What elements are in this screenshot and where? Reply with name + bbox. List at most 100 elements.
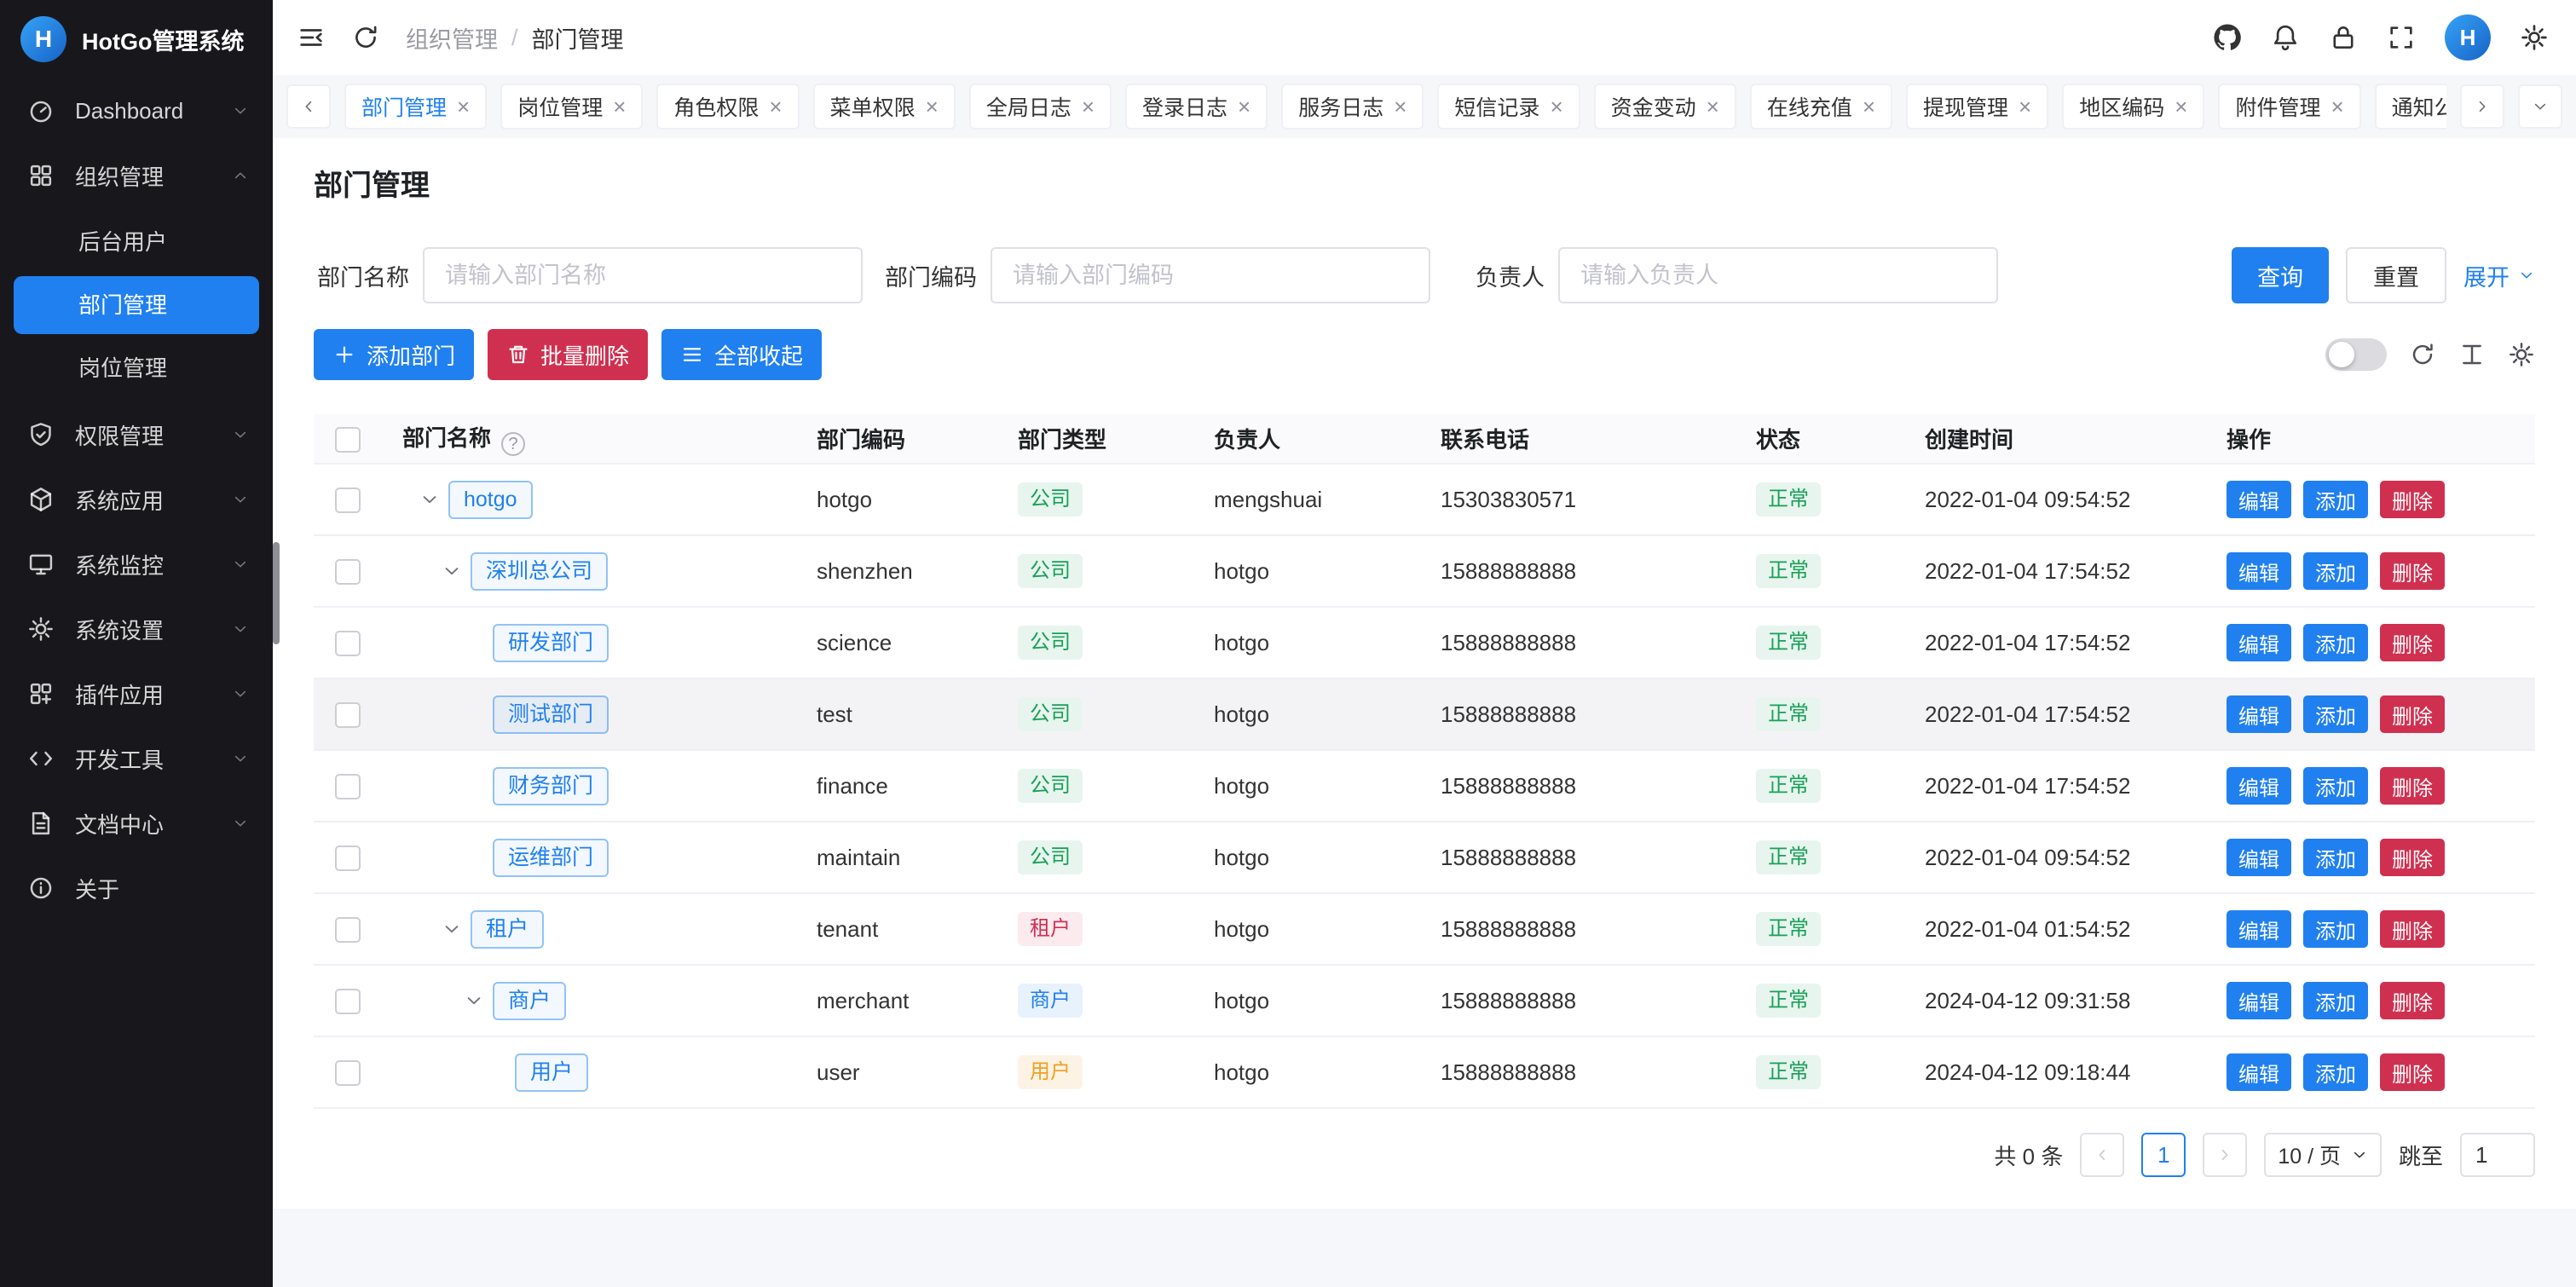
reset-button[interactable]: 重置 [2346,247,2446,303]
add-child-button[interactable]: 添加 [2303,481,2368,518]
sidebar-subitem[interactable]: 部门管理 [14,276,259,334]
tab-close-icon[interactable]: × [1238,95,1250,118]
settings-gear-icon[interactable] [2520,23,2549,52]
sidebar-subitem[interactable]: 岗位管理 [14,339,259,397]
row-checkbox[interactable] [335,917,361,943]
add-child-button[interactable]: 添加 [2303,624,2368,661]
row-checkbox[interactable] [335,631,361,656]
sidebar-item[interactable]: 开发工具 [0,726,273,791]
delete-button[interactable]: 删除 [2380,695,2445,733]
edit-button[interactable]: 编辑 [2227,695,2291,733]
next-page-button[interactable] [2203,1133,2247,1177]
sidebar-item[interactable]: 文档中心 [0,791,273,856]
table-toggle-switch[interactable] [2325,338,2387,371]
add-department-button[interactable]: 添加部门 [314,329,474,380]
tab-item[interactable]: 通知公告× [2375,84,2446,130]
tab-close-icon[interactable]: × [457,95,470,118]
delete-button[interactable]: 删除 [2380,481,2445,518]
batch-delete-button[interactable]: 批量删除 [488,329,648,380]
edit-button[interactable]: 编辑 [2227,910,2291,948]
tab-item[interactable]: 全局日志× [969,84,1112,130]
row-checkbox[interactable] [335,989,361,1014]
edit-button[interactable]: 编辑 [2227,552,2291,590]
department-name-tag[interactable]: 运维部门 [493,839,609,877]
menu-fold-icon[interactable] [297,23,326,52]
row-checkbox[interactable] [335,702,361,728]
leader-input[interactable] [1558,247,1998,303]
row-checkbox[interactable] [335,488,361,513]
page-size-select[interactable]: 10 / 页 [2264,1133,2382,1177]
add-child-button[interactable]: 添加 [2303,695,2368,733]
tab-item[interactable]: 部门管理× [344,84,487,130]
table-settings-icon[interactable] [2508,341,2535,368]
tab-close-icon[interactable]: × [1707,95,1719,118]
expand-toggle-link[interactable]: 展开 [2463,259,2535,292]
delete-button[interactable]: 删除 [2380,552,2445,590]
tab-close-icon[interactable]: × [613,95,626,118]
edit-button[interactable]: 编辑 [2227,839,2291,876]
table-refresh-icon[interactable] [2409,341,2436,368]
tab-close-icon[interactable]: × [2331,95,2343,118]
fullscreen-icon[interactable] [2387,23,2416,52]
delete-button[interactable]: 删除 [2380,767,2445,805]
sidebar-subitem[interactable]: 后台用户 [14,213,259,271]
sidebar-item[interactable]: 插件应用 [0,661,273,726]
delete-button[interactable]: 删除 [2380,839,2445,876]
tab-item[interactable]: 资金变动× [1594,84,1736,130]
add-child-button[interactable]: 添加 [2303,767,2368,805]
tab-item[interactable]: 在线充值× [1750,84,1892,130]
add-child-button[interactable]: 添加 [2303,910,2368,948]
tab-item[interactable]: 提现管理× [1906,84,2048,130]
department-name-tag[interactable]: 商户 [493,982,566,1020]
help-icon[interactable]: ? [501,432,525,456]
add-child-button[interactable]: 添加 [2303,839,2368,876]
tab-item[interactable]: 角色权限× [656,84,799,130]
tab-close-icon[interactable]: × [1550,95,1562,118]
add-child-button[interactable]: 添加 [2303,982,2368,1019]
tab-item[interactable]: 附件管理× [2218,84,2360,130]
select-all-checkbox[interactable] [335,427,361,453]
department-name-tag[interactable]: hotgo [448,481,533,519]
app-logo[interactable]: H HotGo管理系统 [0,0,273,78]
department-name-tag[interactable]: 租户 [471,910,544,949]
collapse-row-icon[interactable] [442,561,462,581]
tabs-scroll-left-button[interactable] [286,84,331,129]
tab-item[interactable]: 菜单权限× [813,84,956,130]
delete-button[interactable]: 删除 [2380,910,2445,948]
tab-close-icon[interactable]: × [926,95,939,118]
row-checkbox[interactable] [335,845,361,871]
row-checkbox[interactable] [335,1060,361,1086]
user-avatar[interactable]: H [2445,14,2491,61]
department-name-tag[interactable]: 深圳总公司 [471,552,608,591]
page-refresh-icon[interactable] [351,23,380,52]
edit-button[interactable]: 编辑 [2227,1053,2291,1091]
department-name-tag[interactable]: 财务部门 [493,767,609,805]
department-name-input[interactable] [423,247,863,303]
tab-close-icon[interactable]: × [2019,95,2031,118]
collapse-row-icon[interactable] [442,919,462,939]
sidebar-item[interactable]: 关于 [0,856,273,921]
department-code-input[interactable] [991,247,1430,303]
query-button[interactable]: 查询 [2232,247,2329,303]
department-name-tag[interactable]: 测试部门 [493,695,609,734]
sidebar-item[interactable]: 系统设置 [0,597,273,661]
sidebar-scrollbar-thumb[interactable] [273,542,280,644]
collapse-all-button[interactable]: 全部收起 [661,329,822,380]
tab-item[interactable]: 服务日志× [1281,84,1424,130]
collapse-row-icon[interactable] [464,990,484,1011]
delete-button[interactable]: 删除 [2380,624,2445,661]
tab-close-icon[interactable]: × [2175,95,2187,118]
department-name-tag[interactable]: 用户 [515,1053,588,1092]
edit-button[interactable]: 编辑 [2227,767,2291,805]
edit-button[interactable]: 编辑 [2227,481,2291,518]
github-icon[interactable] [2213,23,2242,52]
sidebar-item[interactable]: 系统应用 [0,467,273,532]
page-1-button[interactable]: 1 [2141,1133,2186,1177]
row-checkbox[interactable] [335,774,361,799]
edit-button[interactable]: 编辑 [2227,982,2291,1019]
add-child-button[interactable]: 添加 [2303,1053,2368,1091]
tab-item[interactable]: 岗位管理× [500,84,643,130]
sidebar-item[interactable]: 权限管理 [0,402,273,467]
department-name-tag[interactable]: 研发部门 [493,624,609,662]
sidebar-item[interactable]: 组织管理 [0,143,273,208]
